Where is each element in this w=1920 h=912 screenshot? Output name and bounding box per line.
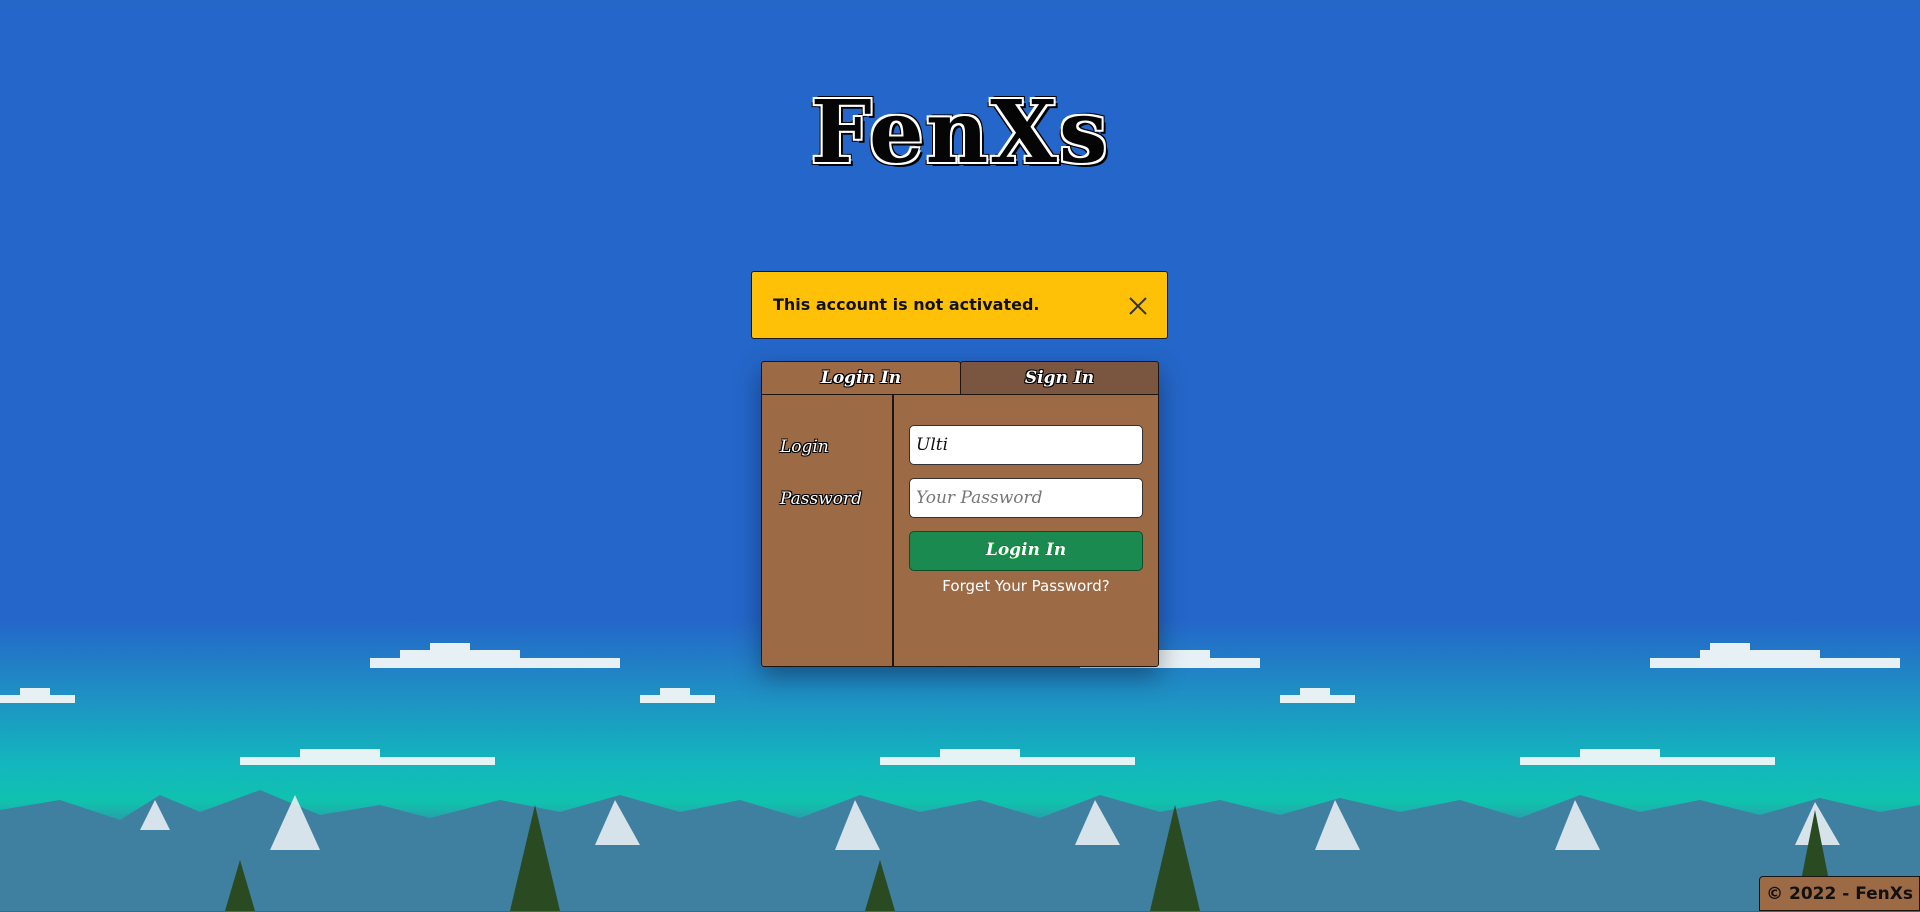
auth-card: Login In Sign In Login Password Login In… <box>761 361 1159 667</box>
password-input[interactable] <box>909 478 1143 518</box>
tab-login[interactable]: Login In <box>761 361 961 395</box>
close-icon[interactable] <box>1127 295 1149 317</box>
login-panel: Login Password Login In Forget Your Pass… <box>761 394 1159 667</box>
tab-sign-in[interactable]: Sign In <box>960 361 1159 395</box>
activation-alert: This account is not activated. <box>751 271 1168 339</box>
password-label: Password <box>780 489 863 509</box>
footer-copyright: © 2022 - FenXs <box>1759 876 1920 911</box>
login-button[interactable]: Login In <box>909 531 1143 571</box>
forgot-password-link[interactable]: Forget Your Password? <box>909 577 1143 595</box>
alert-message: This account is not activated. <box>773 295 1040 314</box>
panel-divider <box>892 395 894 666</box>
login-input[interactable] <box>909 425 1143 465</box>
brand-logo: FenXs <box>810 82 1110 183</box>
login-label: Login <box>780 437 829 457</box>
